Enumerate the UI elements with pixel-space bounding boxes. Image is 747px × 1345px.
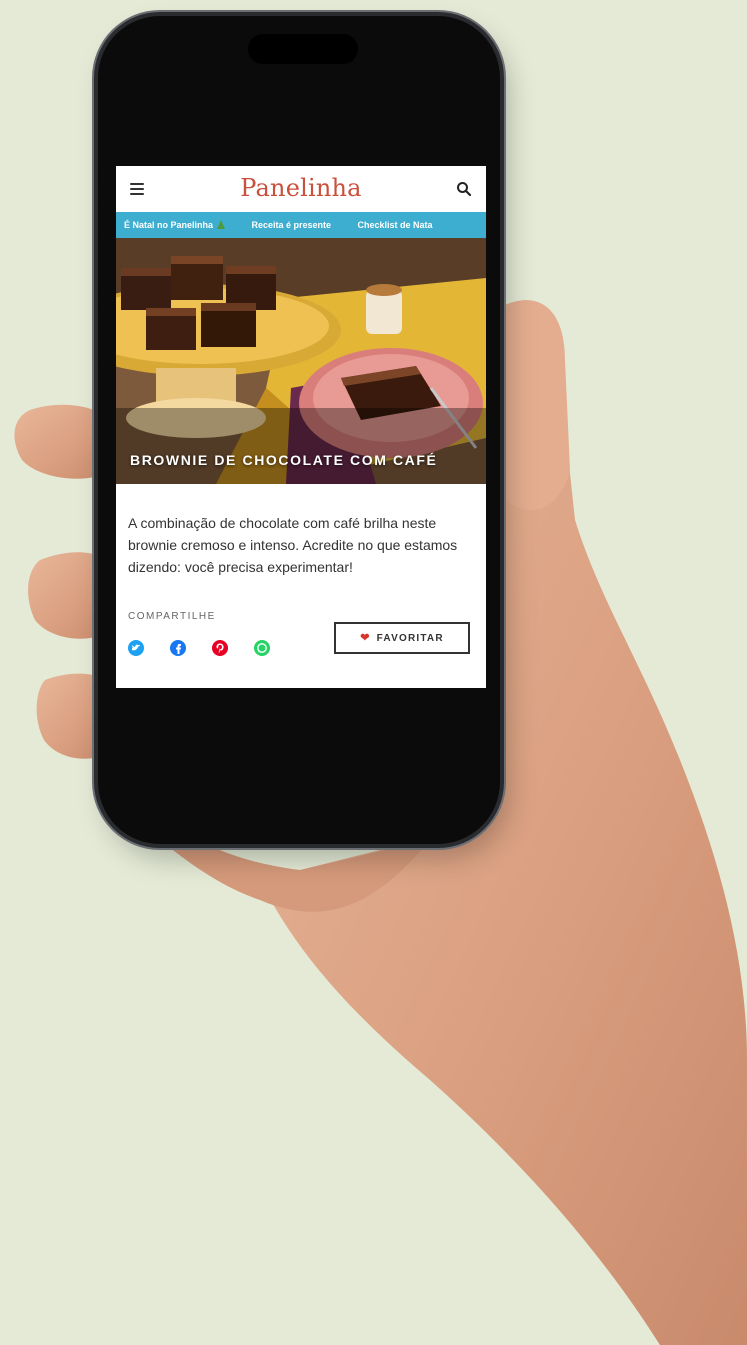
pinterest-icon[interactable] [212,640,228,656]
nav-item-checklist[interactable]: Checklist de Nata [357,212,432,238]
nav-item-natal[interactable]: É Natal no Panelinha [124,212,226,238]
twitter-icon[interactable] [128,640,144,656]
share-label: COMPARTILHE [128,611,216,622]
favorite-button[interactable]: ❤ FAVORITAR [334,622,470,654]
nav-item-natal-label: É Natal no Panelinha [124,220,214,230]
brownie-photo [116,238,486,484]
promo-nav: É Natal no Panelinha Receita é presente … [116,212,486,238]
facebook-icon[interactable] [170,640,186,656]
heart-icon: ❤ [360,632,371,644]
site-header: Panelinha [116,166,486,212]
brand-logo[interactable]: Panelinha [116,174,486,202]
whatsapp-icon[interactable] [254,640,270,656]
phone-volume-up-button [94,235,98,293]
phone-power-button [500,265,504,355]
recipe-description: A combinação de chocolate com café brilh… [128,515,458,575]
hero-image[interactable]: BROWNIE DE CHOCOLATE COM CAFÉ [116,238,486,484]
phone-notch [248,34,358,64]
christmas-tree-icon [217,220,226,229]
phone-volume-down-button [94,308,98,366]
phone-side-button [94,175,98,205]
recipe-title[interactable]: BROWNIE DE CHOCOLATE COM CAFÉ [130,452,437,468]
phone-screen: Panelinha É Natal no Panelinha Receita é… [116,166,486,688]
nav-item-receita-presente[interactable]: Receita é presente [251,212,331,238]
search-icon[interactable] [456,181,472,197]
favorite-label: FAVORITAR [376,633,444,644]
stage: Panelinha É Natal no Panelinha Receita é… [0,0,747,1345]
